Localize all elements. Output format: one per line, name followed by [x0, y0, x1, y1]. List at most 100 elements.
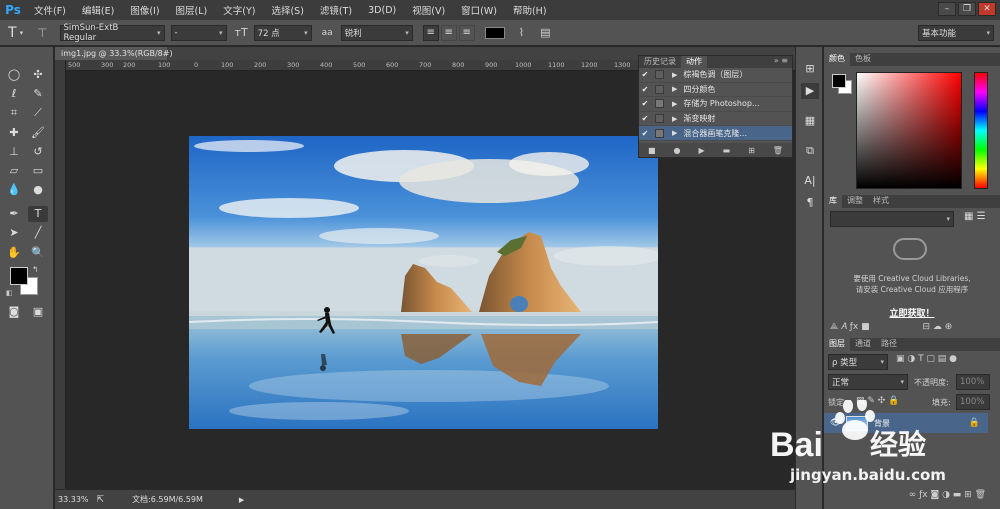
panel-menu-icon[interactable]: » ≡: [774, 56, 792, 68]
quick-select-tool-icon[interactable]: ✎: [28, 86, 48, 102]
quick-mask-icon[interactable]: ◙: [4, 304, 24, 320]
record-icon[interactable]: ●: [674, 146, 681, 155]
menu-select[interactable]: 选择(S): [263, 3, 311, 17]
color-picker-field[interactable]: [856, 72, 962, 189]
tab-actions[interactable]: 动作: [681, 56, 707, 68]
swap-colors-icon[interactable]: ↰: [32, 265, 39, 274]
menu-image[interactable]: 图像(I): [122, 3, 167, 17]
lasso-tool-icon[interactable]: ℓ: [4, 86, 24, 102]
get-it-now-link[interactable]: 立即获取！: [824, 306, 1000, 319]
action-row[interactable]: ✔ ▶ 渐变映射: [639, 112, 792, 127]
pen-tool-icon[interactable]: ✒: [4, 206, 24, 222]
align-right-button[interactable]: ≡: [458, 24, 475, 41]
menu-help[interactable]: 帮助(H): [505, 3, 555, 17]
menu-file[interactable]: 文件(F): [26, 3, 74, 17]
foreground-color-swatch[interactable]: [10, 267, 28, 285]
dodge-tool-icon[interactable]: ●: [28, 182, 48, 198]
color-panel-foreground[interactable]: [832, 74, 846, 88]
menu-3d[interactable]: 3D(D): [360, 5, 404, 16]
action-row[interactable]: ✔ ▶ 四分颜色: [639, 83, 792, 98]
path-select-tool-icon[interactable]: ➤: [4, 225, 24, 241]
action-row[interactable]: ✔ ▶ 棕褐色调（图层）: [639, 68, 792, 83]
clone-source-icon[interactable]: ⧉: [801, 143, 819, 159]
font-size-select[interactable]: 72 点 ▾: [253, 24, 312, 41]
actions-panel-icon[interactable]: ▶: [801, 83, 819, 99]
minimize-button[interactable]: –: [938, 2, 956, 16]
play-icon[interactable]: ▶: [698, 146, 704, 155]
tab-styles[interactable]: 样式: [868, 195, 894, 208]
type-tool-preset-icon[interactable]: T ▾: [8, 25, 23, 41]
character-panel-icon[interactable]: A|: [801, 173, 819, 189]
actions-panel-tabs: 历史记录 动作 » ≡: [639, 56, 792, 68]
workspace-select[interactable]: 基本功能 ▾: [918, 25, 994, 41]
brush-tool-icon[interactable]: 🖌: [28, 125, 48, 141]
healing-brush-tool-icon[interactable]: ✚: [4, 125, 24, 141]
gradient-tool-icon[interactable]: ▭: [28, 163, 48, 179]
layer-filter-icons[interactable]: ▣ ◑ T ▢ ▤ ●: [896, 354, 957, 364]
close-button[interactable]: ✕: [978, 2, 996, 16]
align-left-button[interactable]: ≡: [422, 24, 439, 41]
font-family-select[interactable]: SimSun-ExtB Regular ▾: [59, 23, 165, 43]
zoom-tool-icon[interactable]: 🔍: [28, 245, 48, 261]
beach-photo: [189, 136, 658, 429]
menu-layer[interactable]: 图层(L): [168, 3, 216, 17]
document-tab[interactable]: img1.jpg @ 33.3%(RGB/8#): [55, 47, 173, 60]
menu-type[interactable]: 文字(Y): [215, 3, 263, 17]
restore-button[interactable]: ❐: [958, 2, 976, 16]
font-style-select[interactable]: - ▾: [170, 24, 227, 41]
marquee-tool-icon[interactable]: ◯: [4, 67, 24, 83]
type-tool-icon[interactable]: T: [28, 206, 48, 222]
menu-window[interactable]: 窗口(W): [453, 3, 505, 17]
library-message-line2: 请安装 Creative Cloud 应用程序: [855, 285, 969, 294]
tab-paths[interactable]: 路径: [876, 338, 902, 351]
new-set-icon[interactable]: ▬: [723, 146, 731, 155]
hue-slider[interactable]: [974, 72, 988, 189]
tab-layers[interactable]: 图层: [824, 338, 850, 351]
text-color-swatch[interactable]: [484, 26, 505, 39]
blur-tool-icon[interactable]: 💧: [4, 182, 24, 198]
status-menu-arrow-icon[interactable]: ▶: [239, 496, 244, 504]
action-row[interactable]: ✔ ▶ 存储为 Photoshop...: [639, 97, 792, 112]
paragraph-panel-icon[interactable]: ¶: [801, 195, 819, 211]
antialias-select[interactable]: 锐利 ▾: [340, 24, 413, 41]
tab-libraries[interactable]: 库: [824, 195, 842, 208]
line-tool-icon[interactable]: ╱: [28, 225, 48, 241]
screen-mode-icon[interactable]: ▣: [28, 304, 48, 320]
hand-tool-icon[interactable]: ✋: [4, 245, 24, 261]
ruler-tick: 1200: [581, 61, 598, 69]
grid-view-icon[interactable]: ▦ ☰: [964, 211, 986, 222]
new-action-icon[interactable]: ⊞: [748, 146, 755, 155]
tab-swatches[interactable]: 色板: [850, 53, 876, 66]
zoom-level[interactable]: 33.33%: [58, 495, 89, 504]
eraser-tool-icon[interactable]: ▱: [4, 163, 24, 179]
default-colors-icon[interactable]: ◧: [6, 289, 13, 297]
history-panel-icon[interactable]: ⊞: [801, 61, 819, 77]
clone-stamp-tool-icon[interactable]: ⊥: [4, 144, 24, 160]
text-orientation-icon[interactable]: ⊤: [37, 26, 47, 40]
stop-icon[interactable]: ■: [648, 146, 656, 155]
move-tool-icon[interactable]: ✣: [28, 67, 48, 83]
eyedropper-tool-icon[interactable]: ⟋: [28, 105, 48, 121]
menu-filter[interactable]: 滤镜(T): [312, 3, 360, 17]
tab-color[interactable]: 颜色: [824, 53, 850, 66]
properties-panel-icon[interactable]: ▦: [801, 113, 819, 129]
warp-text-icon[interactable]: ⌇: [519, 26, 524, 39]
library-select[interactable]: ▾: [830, 211, 954, 227]
menu-view[interactable]: 视图(V): [404, 3, 453, 17]
document-image[interactable]: [189, 136, 658, 429]
crop-tool-icon[interactable]: ⌗: [4, 105, 24, 121]
align-center-button[interactable]: ≡: [440, 24, 457, 41]
menu-edit[interactable]: 编辑(E): [74, 3, 122, 17]
share-icon[interactable]: ⇱: [97, 495, 105, 505]
history-brush-tool-icon[interactable]: ↺: [28, 144, 48, 160]
layer-filter-select[interactable]: ρ 类型 ▾: [828, 354, 888, 370]
delete-icon[interactable]: 🗑: [773, 146, 783, 155]
tab-history[interactable]: 历史记录: [639, 56, 681, 68]
opacity-field[interactable]: 100%: [956, 374, 990, 390]
blend-mode-select[interactable]: 正常 ▾: [828, 374, 908, 390]
character-panel-icon[interactable]: ▤: [540, 26, 550, 39]
photoshop-logo: Ps: [5, 3, 21, 17]
action-row-selected[interactable]: ✔ ▶ 混合器画笔克隆...: [639, 126, 792, 141]
tab-adjustments[interactable]: 调整: [842, 195, 868, 208]
tab-channels[interactable]: 通道: [850, 338, 876, 351]
